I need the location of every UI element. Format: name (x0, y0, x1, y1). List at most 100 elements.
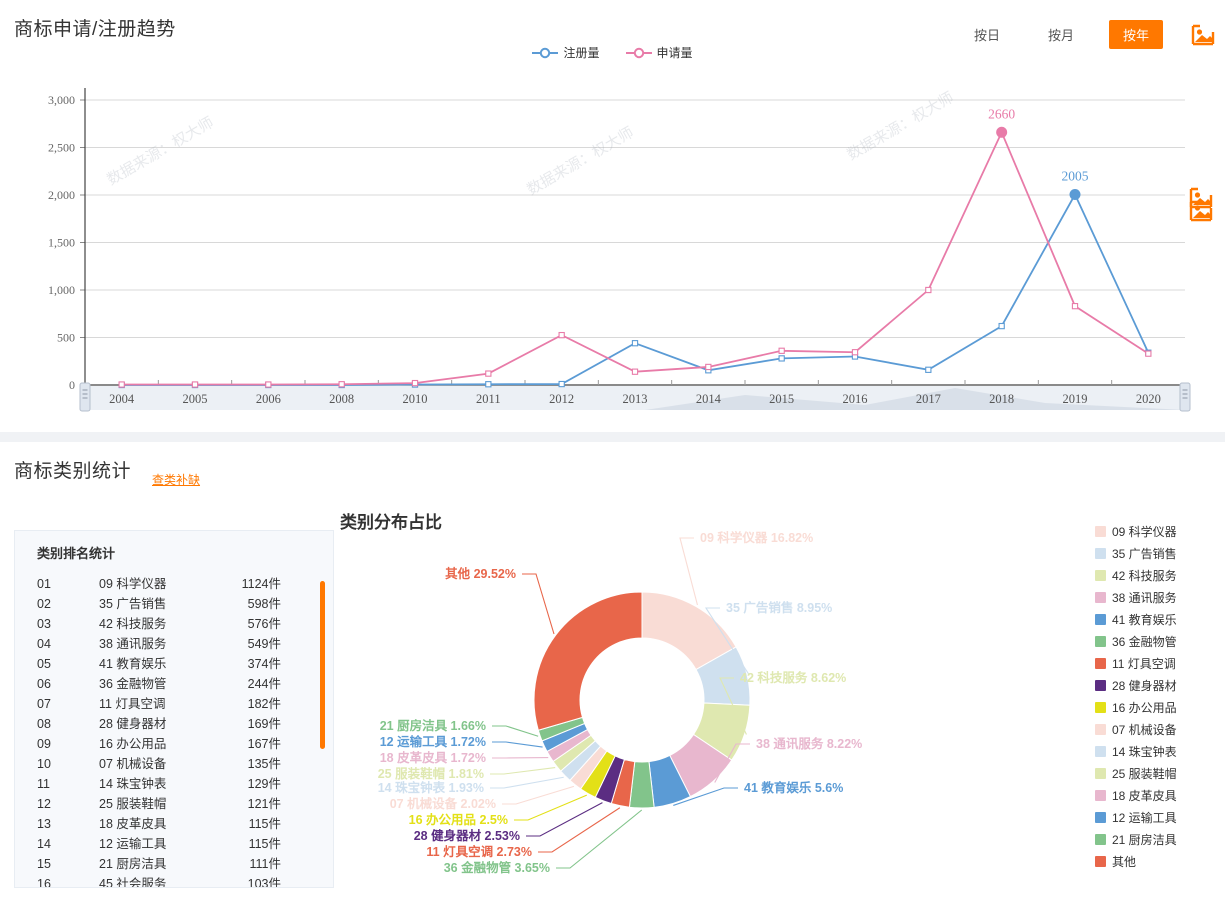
data-point[interactable] (631, 368, 639, 375)
image-save-icon[interactable] (1191, 24, 1215, 46)
image-save-icon[interactable] (1189, 200, 1213, 222)
rank-count: 115件 (248, 817, 281, 831)
pie-legend-item[interactable]: 25 服装鞋帽 (1095, 762, 1207, 784)
line-series-申请量[interactable] (121, 130, 1149, 386)
rank-row[interactable]: 10 07 机械设备 135件 (15, 756, 333, 772)
x-axis-tick: 2008 (329, 392, 354, 406)
data-point[interactable] (485, 370, 492, 377)
rank-index: 12 (37, 797, 51, 811)
data-point[interactable] (778, 347, 785, 354)
y-axis-tick: 2,000 (48, 188, 75, 202)
data-point[interactable] (265, 381, 272, 388)
pie-legend-item[interactable]: 36 金融物管 (1095, 630, 1207, 652)
pie-legend-item[interactable]: 35 广告销售 (1095, 542, 1207, 564)
legend-item-registrations[interactable]: 注册量 (532, 44, 600, 61)
pie-legend-item[interactable]: 21 厨房洁具 (1095, 828, 1207, 850)
rank-row[interactable]: 01 09 科学仪器 1124件 (15, 576, 333, 592)
rank-category-name: 35 广告销售 (99, 597, 167, 611)
rank-count: 103件 (247, 877, 281, 888)
pie-legend-item[interactable]: 41 教育娱乐 (1095, 608, 1207, 630)
rank-row[interactable]: 06 36 金融物管 244件 (15, 676, 333, 692)
pie-slice-label: 36 金融物管 3.65% (444, 860, 550, 875)
pie-legend-item[interactable]: 14 珠宝钟表 (1095, 740, 1207, 762)
rank-category-name: 36 金融物管 (99, 677, 167, 691)
rank-row[interactable]: 05 41 教育娱乐 374件 (15, 656, 333, 672)
category-donut-chart[interactable]: 09 科学仪器 16.82% 35 广告销售 8.95% 42 科技服务 8.62%… (340, 530, 1100, 880)
pie-legend-item[interactable]: 16 办公用品 (1095, 696, 1207, 718)
pie-legend-item[interactable]: 12 运输工具 (1095, 806, 1207, 828)
pie-legend-item[interactable]: 42 科技服务 (1095, 564, 1207, 586)
pie-slice-label: 其他 29.52% (445, 566, 516, 581)
rank-row[interactable]: 11 14 珠宝钟表 129件 (15, 776, 333, 792)
rank-category-name: 21 厨房洁具 (99, 857, 167, 871)
pie-legend-item[interactable]: 07 机械设备 (1095, 718, 1207, 740)
rank-row[interactable]: 07 11 灯具空调 182件 (15, 696, 333, 712)
rank-count: 549件 (247, 637, 281, 651)
rank-row[interactable]: 12 25 服装鞋帽 121件 (15, 796, 333, 812)
rank-row[interactable]: 16 45 社会服务 103件 (15, 876, 333, 888)
pie-legend-item[interactable]: 38 通讯服务 (1095, 586, 1207, 608)
rank-row[interactable]: 03 42 科技服务 576件 (15, 616, 333, 632)
pie-slice-label: 28 健身器材 2.53% (414, 828, 520, 843)
pie-slice-label: 09 科学仪器 16.82% (700, 530, 813, 545)
zoom-slider-handle[interactable] (79, 382, 91, 412)
pie-legend-item[interactable]: 18 皮革皮具 (1095, 784, 1207, 806)
rank-count: 598件 (247, 597, 281, 611)
rank-category-name: 42 科技服务 (99, 617, 167, 631)
data-point-highlight[interactable] (1069, 189, 1081, 201)
x-axis-tick: 2020 (1136, 392, 1161, 406)
rank-index: 09 (37, 737, 51, 751)
rank-row[interactable]: 02 35 广告销售 598件 (15, 596, 333, 612)
data-point-highlight[interactable] (996, 126, 1008, 138)
rank-row[interactable]: 04 38 通讯服务 549件 (15, 636, 333, 652)
trend-line-chart[interactable]: 0 500 1,000 1,500 2,000 2,500 3,000 2004 2005 200… (0, 80, 1225, 420)
rank-count: 182件 (247, 697, 281, 711)
rank-count: 576件 (247, 617, 281, 631)
rank-row[interactable]: 14 12 运输工具 115件 (15, 836, 333, 852)
legend-swatch (1095, 833, 1106, 845)
check-category-link[interactable]: 查类补缺 (152, 471, 200, 488)
pie-legend-item[interactable]: 其他 (1095, 850, 1207, 872)
data-point-label: 2005 (1062, 169, 1089, 184)
rank-scrollbar[interactable] (320, 581, 325, 871)
rank-category-name: 38 通讯服务 (99, 637, 167, 651)
rank-scrollbar-thumb[interactable] (320, 581, 325, 749)
data-point[interactable] (1145, 350, 1152, 357)
category-rank-box[interactable]: 类别排名统计 01 09 科学仪器 1124件 02 35 广告销售 598件 03 42 科… (14, 530, 334, 888)
data-point[interactable] (558, 380, 565, 388)
data-point[interactable] (485, 381, 492, 388)
data-point[interactable] (705, 363, 712, 371)
pie-legend-item[interactable]: 28 健身器材 (1095, 674, 1207, 696)
data-point[interactable] (118, 381, 125, 388)
legend-label-applications: 申请量 (656, 46, 693, 60)
data-point[interactable] (851, 349, 859, 356)
rank-row[interactable]: 09 16 办公用品 167件 (15, 736, 333, 752)
data-point[interactable] (925, 366, 932, 373)
pie-slice[interactable] (533, 591, 643, 731)
pie-slice-label: 25 服装鞋帽 1.81% (378, 766, 484, 781)
legend-item-applications[interactable]: 申请量 (625, 44, 693, 61)
data-point[interactable] (411, 379, 419, 387)
zoom-slider-handle[interactable] (1179, 382, 1191, 412)
data-point-label: 2660 (988, 106, 1015, 121)
legend-swatch (1095, 701, 1106, 713)
rank-row[interactable]: 13 18 皮革皮具 115件 (15, 816, 333, 832)
data-point[interactable] (925, 286, 932, 294)
rank-index: 06 (37, 677, 51, 691)
data-point[interactable] (558, 331, 565, 339)
x-axis-tick: 2004 (109, 392, 135, 406)
pie-legend-item[interactable]: 09 科学仪器 (1095, 520, 1207, 542)
data-point[interactable] (338, 381, 345, 388)
data-point[interactable] (998, 322, 1005, 330)
data-point[interactable] (778, 355, 785, 362)
data-point[interactable] (191, 381, 199, 388)
legend-swatch (1095, 745, 1106, 757)
pie-legend-label: 41 教育娱乐 (1112, 612, 1177, 627)
rank-row[interactable]: 08 28 健身器材 169件 (15, 716, 333, 732)
pie-legend-item[interactable]: 11 灯具空调 (1095, 652, 1207, 674)
rank-row[interactable]: 15 21 厨房洁具 111件 (15, 856, 333, 872)
data-point[interactable] (631, 340, 639, 347)
data-point[interactable] (1071, 303, 1079, 310)
rank-list: 01 09 科学仪器 1124件 02 35 广告销售 598件 03 42 科技服务 576件… (15, 576, 333, 888)
pie-slice-label: 12 运输工具 1.72% (380, 734, 486, 749)
